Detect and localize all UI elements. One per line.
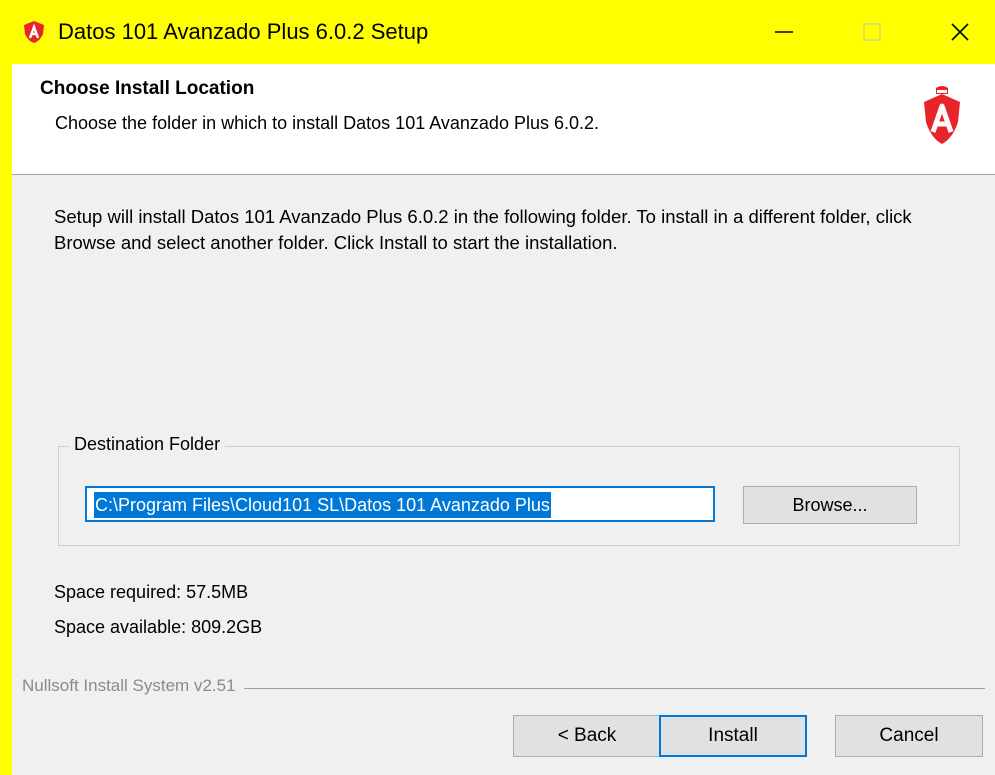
maximize-button[interactable] bbox=[840, 0, 904, 64]
page-title: Choose Install Location bbox=[40, 78, 255, 99]
minimize-button[interactable] bbox=[752, 0, 816, 64]
installer-branding: Nullsoft Install System v2.51 bbox=[22, 676, 244, 696]
minimize-icon bbox=[775, 31, 793, 33]
page-subtitle: Choose the folder in which to install Da… bbox=[55, 113, 600, 133]
browse-button[interactable]: Browse... bbox=[743, 486, 917, 524]
destination-path-value[interactable]: C:\Program Files\Cloud101 SL\Datos 101 A… bbox=[94, 492, 551, 518]
back-button[interactable]: < Back bbox=[513, 715, 661, 757]
shield-a-icon bbox=[24, 21, 44, 43]
window-title: Datos 101 Avanzado Plus 6.0.2 Setup bbox=[58, 19, 429, 44]
page-header: Choose Install Location Choose the folde… bbox=[12, 64, 995, 175]
space-available-label: Space available: 809.2GB bbox=[54, 617, 263, 637]
maximize-icon bbox=[863, 23, 881, 41]
dialog-body: Choose Install Location Choose the folde… bbox=[12, 64, 995, 775]
cancel-button[interactable]: Cancel bbox=[835, 715, 983, 757]
install-button[interactable]: Install bbox=[659, 715, 807, 757]
close-button[interactable] bbox=[928, 0, 992, 64]
group-legend: Destination Folder bbox=[69, 434, 226, 455]
shield-a-icon bbox=[924, 86, 960, 144]
title-bar[interactable]: Datos 101 Avanzado Plus 6.0.2 Setup bbox=[0, 0, 995, 64]
destination-folder-group: Destination Folder C:\Program Files\Clou… bbox=[58, 434, 960, 546]
close-icon bbox=[951, 23, 969, 41]
intro-text: Setup will install Datos 101 Avanzado Pl… bbox=[54, 206, 912, 253]
space-required-label: Space required: 57.5MB bbox=[54, 582, 249, 602]
destination-path-input[interactable]: C:\Program Files\Cloud101 SL\Datos 101 A… bbox=[85, 486, 715, 522]
